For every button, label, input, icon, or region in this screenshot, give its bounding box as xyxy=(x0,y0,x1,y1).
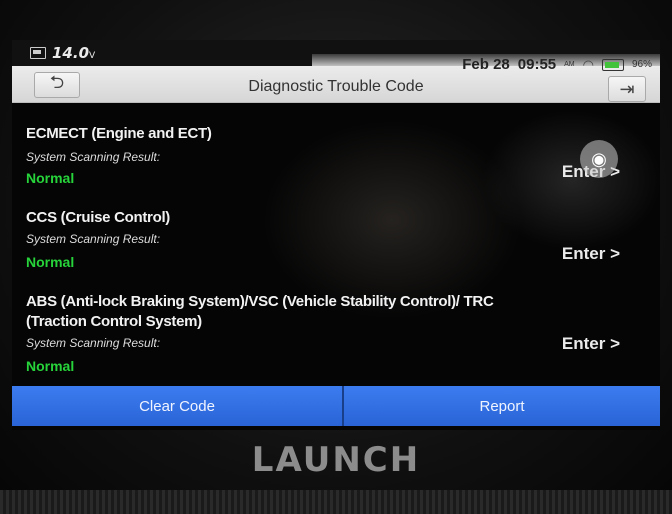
list-item[interactable]: ECMECT (Engine and ECT) System Scanning … xyxy=(12,102,660,186)
camera-icon[interactable]: ◉ xyxy=(580,140,618,178)
system-name: CCS (Cruise Control) xyxy=(26,209,171,226)
enter-button[interactable]: Enter > xyxy=(562,334,620,354)
screen: 14.0V Feb 28 09:55 AM ◠ 96% ⮌ Diagnostic… xyxy=(12,40,660,430)
scan-result-label: System Scanning Result: xyxy=(26,336,161,350)
scan-tool-device: 14.0V Feb 28 09:55 AM ◠ 96% ⮌ Diagnostic… xyxy=(0,0,672,514)
list-item[interactable]: ABS (Anti-lock Braking System)/VSC (Vehi… xyxy=(12,280,660,386)
voltage-unit: V xyxy=(89,51,96,61)
scan-status: Normal xyxy=(26,170,75,186)
scan-result-label: System Scanning Result: xyxy=(26,232,161,246)
status-right: Feb 28 09:55 AM ◠ 96% xyxy=(462,56,652,73)
battery-percent: 96% xyxy=(631,59,652,70)
page-title: Diagnostic Trouble Code xyxy=(248,78,424,95)
vehicle-battery-icon xyxy=(30,47,46,59)
status-time: 09:55 xyxy=(517,56,557,73)
system-name: ECMECT (Engine and ECT) xyxy=(26,125,212,142)
scan-status: Normal xyxy=(26,254,75,270)
report-button[interactable]: Report xyxy=(344,386,660,426)
scan-status: Normal xyxy=(26,358,75,374)
exit-button[interactable]: ⇥ xyxy=(608,76,646,102)
action-bar: Clear Code Report xyxy=(12,386,660,426)
status-date: Feb 28 xyxy=(462,56,510,73)
list-item[interactable]: CCS (Cruise Control) System Scanning Res… xyxy=(12,198,660,280)
scan-result-label: System Scanning Result: xyxy=(26,150,161,164)
enter-button[interactable]: Enter > xyxy=(562,244,620,264)
device-bezel xyxy=(0,490,672,514)
clear-code-button[interactable]: Clear Code xyxy=(12,386,344,426)
wifi-icon: ◠ xyxy=(582,56,594,72)
status-left: 14.0V xyxy=(30,44,95,62)
brand-logo: LAUNCH xyxy=(251,440,421,480)
voltage-value: 14.0 xyxy=(52,44,90,62)
battery-icon xyxy=(601,58,624,71)
exit-icon: ⇥ xyxy=(619,78,635,99)
status-ampm: AM xyxy=(564,61,575,68)
voltage-readout: 14.0V xyxy=(52,44,95,62)
system-name: ABS (Anti-lock Braking System)/VSC (Vehi… xyxy=(26,293,494,330)
